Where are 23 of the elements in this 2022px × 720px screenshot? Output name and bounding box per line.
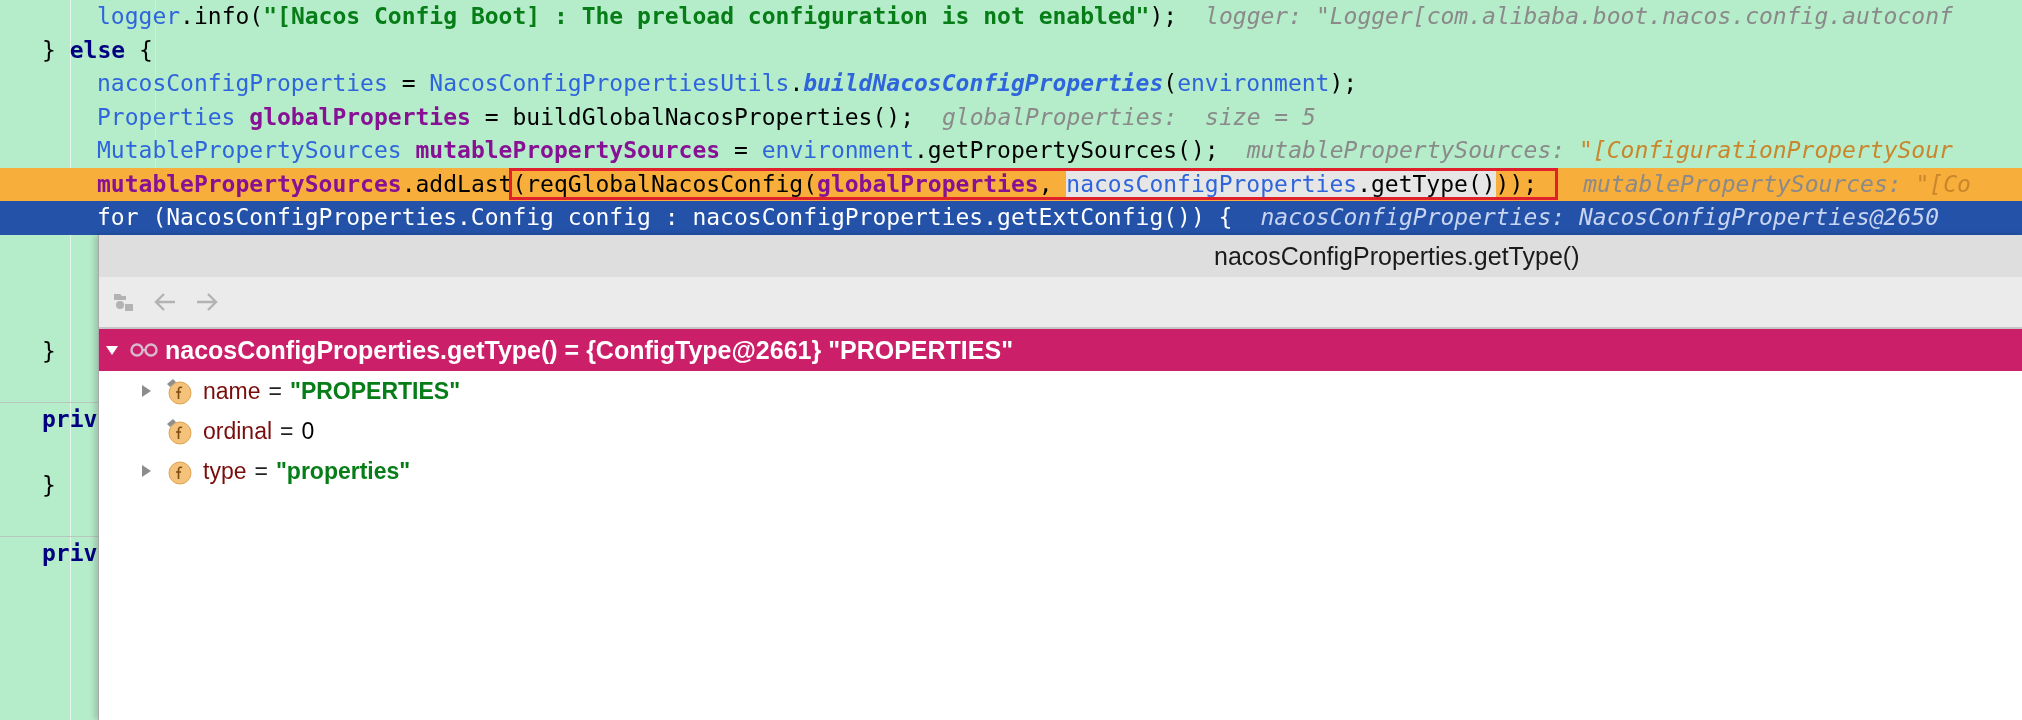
tree-node-label[interactable]: ordinal = 0 [203, 417, 315, 445]
expand-triangle-icon[interactable] [139, 384, 153, 398]
expand-triangle-icon[interactable] [139, 464, 153, 478]
code-line: logger.info("[Nacos Config Boot] : The preload configuration is not enabled"); [96, 2, 1178, 31]
code-line: } else { [42, 35, 153, 65]
tree-node-label[interactable]: type = "properties" [203, 457, 411, 485]
inline-hint: globalProperties: size = 5 [942, 102, 1316, 132]
tree-node-label[interactable]: name = "PROPERTIES" [203, 377, 461, 405]
inline-hint: nacosConfigProperties: NacosConfigProperties@2650 [1260, 203, 1939, 232]
collapse-triangle-icon[interactable] [105, 343, 119, 357]
code-line: for (NacosConfigProperties.Config config : nacosConfigProperties.getExtConfig()) { [96, 203, 1233, 232]
inline-hint: logger: "Logger[com.alibaba.boot.nacos.config.autoconf [1205, 2, 1953, 31]
code-line: priv [42, 405, 98, 434]
code-line: MutablePropertySources mutablePropertySources = environment.getPropertySources(); [96, 136, 1219, 165]
popup-title: nacosConfigProperties.getType() [1214, 241, 1580, 271]
code-line: priv [42, 539, 98, 568]
code-line: Properties globalProperties = buildGlobalNacosProperties(); [96, 102, 914, 132]
code-line: } [42, 337, 56, 366]
code-line: } [42, 471, 56, 500]
glasses-icon [129, 342, 159, 358]
code-line: mutablePropertySources.addLast(reqGlobalNacosConfig(globalProperties, nacosConfigProperties.getType())); [42, 167, 1556, 201]
code-line: nacosConfigProperties = NacosConfigPropertiesUtils.buildNacosConfigProperties(environment); [96, 69, 1358, 98]
inline-hint: mutablePropertySources: "[ConfigurationPropertySour [1246, 136, 1953, 165]
